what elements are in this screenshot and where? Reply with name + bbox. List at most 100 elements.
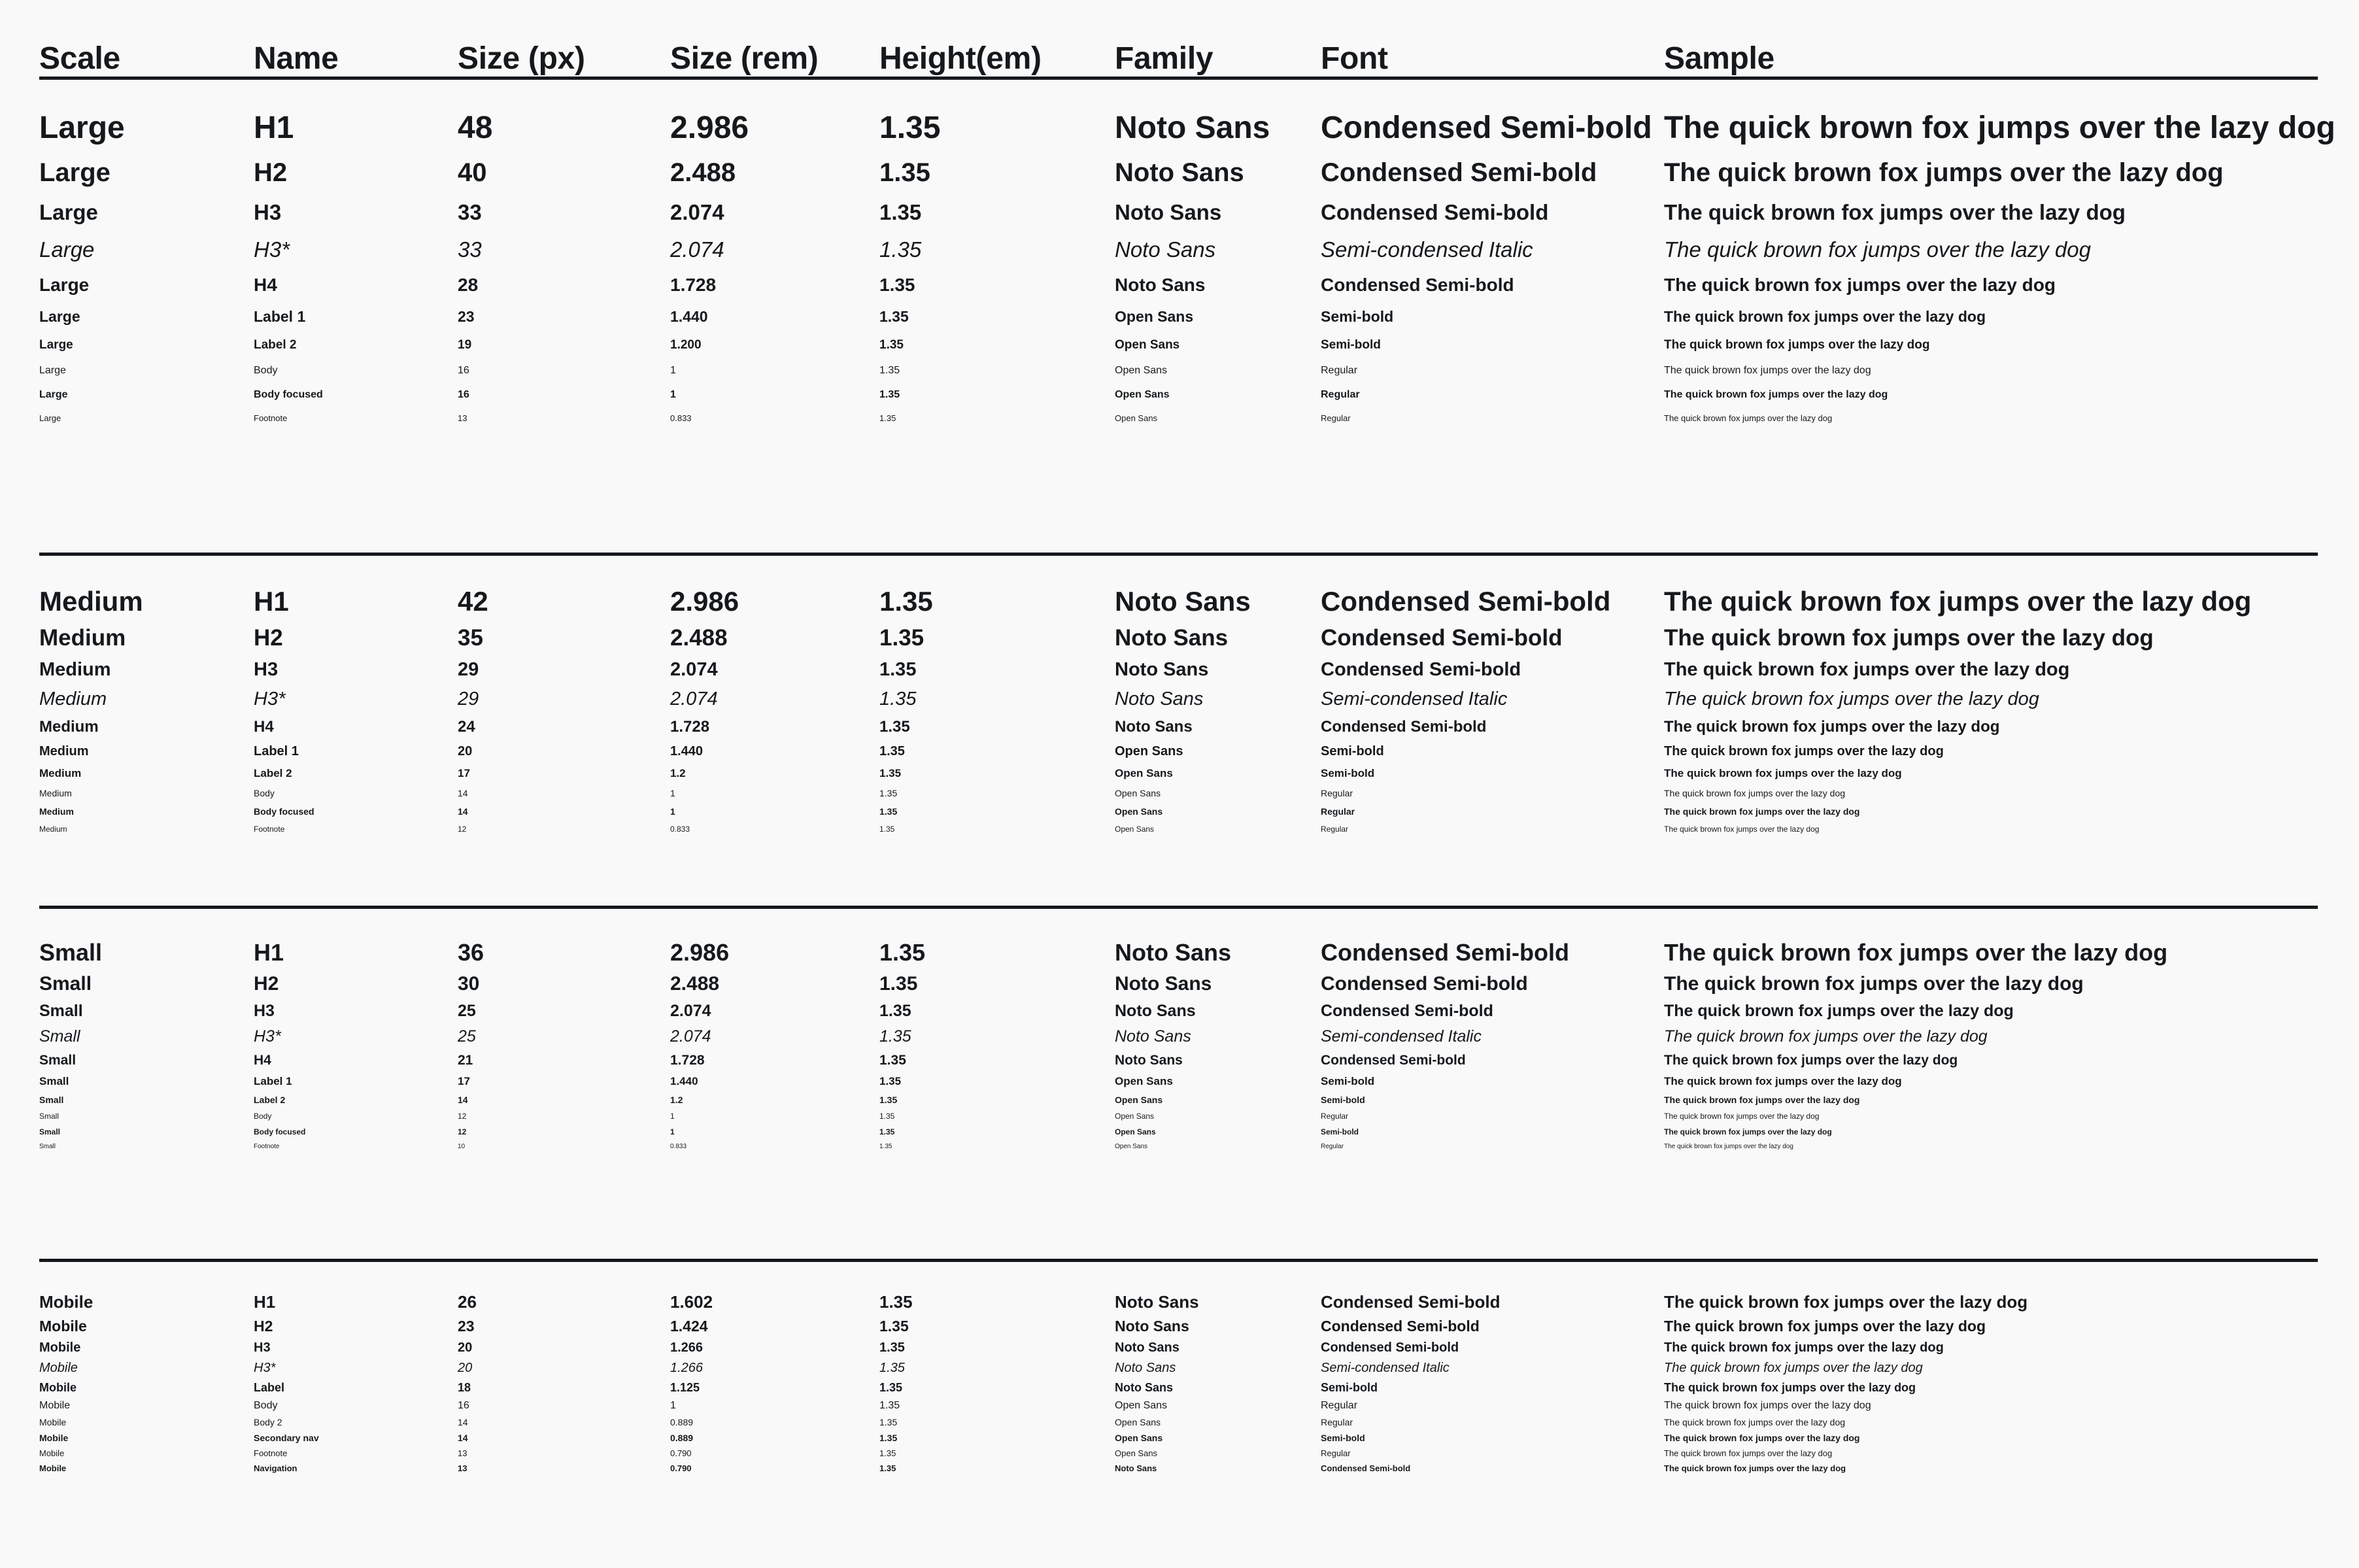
cell-rem: 1	[670, 1112, 675, 1121]
cell-scale: Small	[39, 1112, 59, 1121]
table-row[interactable]: Mobile Body 2 14 0.889 1.35 Open Sans Regular T…	[0, 1417, 2359, 1427]
table-row[interactable]: Large Footnote 13 0.833 1.35 Open Sans Regular…	[0, 413, 2359, 423]
cell-height: 1.35	[879, 659, 917, 680]
cell-rem: 0.889	[670, 1417, 694, 1427]
table-row[interactable]: Small H2 30 2.488 1.35 Noto Sans Condensed Sem…	[0, 973, 2359, 995]
table-row[interactable]: Large Body 16 1 1.35 Open Sans Regular The quic…	[0, 365, 2359, 377]
cell-family: Open Sans	[1115, 825, 1155, 834]
cell-name: H1	[254, 1292, 276, 1312]
table-row[interactable]: Small Label 1 17 1.440 1.35 Open Sans Semi-bol…	[0, 1075, 2359, 1088]
cell-rem: 0.790	[670, 1448, 692, 1458]
table-row[interactable]: Small H3 25 2.074 1.35 Noto Sans Condensed Sem…	[0, 1002, 2359, 1021]
cell-height: 1.35	[879, 1400, 900, 1411]
table-row[interactable]: Large Body focused 16 1 1.35 Open Sans Regular…	[0, 389, 2359, 401]
cell-px: 17	[458, 767, 470, 779]
table-row[interactable]: Small Body focused 12 1 1.35 Open Sans Semi-bo…	[0, 1127, 2359, 1136]
cell-px: 42	[458, 586, 488, 617]
table-row[interactable]: Medium Body focused 14 1 1.35 Open Sans Regula…	[0, 806, 2359, 817]
cell-rem: 2.488	[670, 158, 736, 187]
cell-scale: Mobile	[39, 1463, 67, 1473]
table-row[interactable]: Large H3 33 2.074 1.35 Noto Sans Condensed Sem…	[0, 200, 2359, 225]
table-row[interactable]: Mobile H3* 20 1.266 1.35 Noto Sans Semi-conden…	[0, 1361, 2359, 1376]
table-row[interactable]: Medium H3 29 2.074 1.35 Noto Sans Condensed Se…	[0, 659, 2359, 681]
cell-px: 48	[458, 111, 493, 145]
cell-scale: Large	[39, 237, 95, 262]
table-row[interactable]: Small Footnote 10 0.833 1.35 Open Sans Regular…	[0, 1143, 2359, 1150]
cell-font: Condensed Semi-bold	[1321, 1318, 1480, 1335]
cell-scale: Large	[39, 275, 90, 295]
cell-font: Condensed Semi-bold	[1321, 939, 1570, 966]
cell-height: 1.35	[879, 1095, 898, 1105]
cell-name: Label 1	[254, 1075, 292, 1087]
column-header-scale: Scale	[39, 41, 120, 76]
cell-family: Noto Sans	[1115, 237, 1216, 262]
cell-font: Condensed Semi-bold	[1321, 158, 1597, 187]
cell-name: Body	[254, 788, 275, 798]
table-row[interactable]: Mobile Secondary nav 14 0.889 1.35 Open Sans S…	[0, 1433, 2359, 1443]
table-row[interactable]: Mobile H1 26 1.602 1.35 Noto Sans Condensed Se…	[0, 1292, 2359, 1312]
table-row[interactable]: Mobile Label 18 1.125 1.35 Noto Sans Semi-bold…	[0, 1381, 2359, 1395]
table-row[interactable]: Small Body 12 1 1.35 Open Sans Regular The quic…	[0, 1112, 2359, 1121]
cell-px: 13	[458, 413, 467, 423]
cell-rem: 1	[670, 806, 675, 817]
table-row[interactable]: Medium H1 42 2.986 1.35 Noto Sans Condensed Se…	[0, 586, 2359, 617]
cell-sample: The quick brown fox jumps over the lazy …	[1664, 1075, 1902, 1087]
column-header-height-em: Height(em)	[879, 41, 1042, 76]
table-row[interactable]: Large H1 48 2.986 1.35 Noto Sans Condensed Sem…	[0, 110, 2359, 146]
table-row[interactable]: Small H4 21 1.728 1.35 Noto Sans Condensed Sem…	[0, 1053, 2359, 1068]
cell-font: Regular	[1321, 1400, 1358, 1411]
cell-font: Regular	[1321, 365, 1358, 376]
cell-rem: 0.833	[670, 825, 690, 834]
table-row[interactable]: Medium Label 1 20 1.440 1.35 Open Sans Semi-bo…	[0, 744, 2359, 759]
table-row[interactable]: Large H4 28 1.728 1.35 Noto Sans Condensed Sem…	[0, 275, 2359, 296]
cell-rem: 0.790	[670, 1463, 692, 1473]
cell-family: Noto Sans	[1115, 1053, 1183, 1068]
table-row[interactable]: Medium Footnote 12 0.833 1.35 Open Sans Regula…	[0, 825, 2359, 834]
table-row[interactable]: Small H3* 25 2.074 1.35 Noto Sans Semi-condens…	[0, 1027, 2359, 1046]
table-row[interactable]: Large Label 1 23 1.440 1.35 Open Sans Semi-bol…	[0, 308, 2359, 326]
cell-scale: Mobile	[39, 1340, 81, 1355]
cell-scale: Medium	[39, 689, 107, 709]
cell-font: Condensed Semi-bold	[1321, 1463, 1411, 1473]
cell-height: 1.35	[879, 825, 895, 834]
table-row[interactable]: Medium H4 24 1.728 1.35 Noto Sans Condensed Se…	[0, 718, 2359, 736]
table-row[interactable]: Mobile Navigation 13 0.790 1.35 Noto Sans Cond…	[0, 1463, 2359, 1473]
cell-font: Regular	[1321, 1448, 1351, 1458]
cell-family: Noto Sans	[1115, 718, 1193, 736]
table-row[interactable]: Medium Body 14 1 1.35 Open Sans Regular The qui…	[0, 788, 2359, 798]
cell-name: Body	[254, 1112, 272, 1121]
cell-px: 13	[458, 1463, 467, 1473]
cell-font: Regular	[1321, 413, 1351, 423]
cell-name: H1	[254, 111, 294, 145]
column-header-sample: Sample	[1664, 41, 1774, 76]
cell-sample: The quick brown fox jumps over the lazy …	[1664, 973, 2084, 995]
cell-px: 19	[458, 338, 472, 352]
table-row[interactable]: Mobile H3 20 1.266 1.35 Noto Sans Condensed Se…	[0, 1340, 2359, 1355]
table-row[interactable]: Large H3* 33 2.074 1.35 Noto Sans Semi-condens…	[0, 237, 2359, 262]
cell-sample: The quick brown fox jumps over the lazy …	[1664, 1318, 1986, 1335]
cell-px: 23	[458, 308, 475, 325]
table-row[interactable]: Medium H3* 29 2.074 1.35 Noto Sans Semi-conden…	[0, 689, 2359, 710]
table-row[interactable]: Small H1 36 2.986 1.35 Noto Sans Condensed Sem…	[0, 939, 2359, 966]
cell-name: Label 2	[254, 338, 297, 352]
table-row[interactable]: Small Label 2 14 1.2 1.35 Open Sans Semi-bold T…	[0, 1095, 2359, 1105]
table-row[interactable]: Mobile Footnote 13 0.790 1.35 Open Sans Regula…	[0, 1448, 2359, 1458]
cell-sample: The quick brown fox jumps over the lazy …	[1664, 1112, 1820, 1121]
cell-sample: The quick brown fox jumps over the lazy …	[1664, 1400, 1871, 1411]
cell-height: 1.35	[879, 1053, 906, 1068]
cell-rem: 1	[670, 389, 676, 400]
table-row[interactable]: Medium H2 35 2.488 1.35 Noto Sans Condensed Se…	[0, 625, 2359, 651]
cell-px: 16	[458, 389, 469, 400]
table-row[interactable]: Mobile H2 23 1.424 1.35 Noto Sans Condensed Se…	[0, 1318, 2359, 1335]
cell-family: Noto Sans	[1115, 659, 1209, 680]
table-row[interactable]: Medium Label 2 17 1.2 1.35 Open Sans Semi-bold…	[0, 767, 2359, 780]
table-row[interactable]: Large H2 40 2.488 1.35 Noto Sans Condensed Sem…	[0, 158, 2359, 188]
cell-font: Regular	[1321, 1143, 1344, 1150]
cell-name: H4	[254, 1053, 271, 1068]
table-row[interactable]: Mobile Body 16 1 1.35 Open Sans Regular The qui…	[0, 1400, 2359, 1412]
section-mobile: Mobile H1 26 1.602 1.35 Noto Sans Condensed Se…	[0, 1292, 2359, 1473]
cell-scale: Small	[39, 1053, 76, 1068]
cell-px: 29	[458, 689, 479, 709]
table-row[interactable]: Large Label 2 19 1.200 1.35 Open Sans Semi-bol…	[0, 338, 2359, 352]
cell-scale: Large	[39, 111, 125, 145]
